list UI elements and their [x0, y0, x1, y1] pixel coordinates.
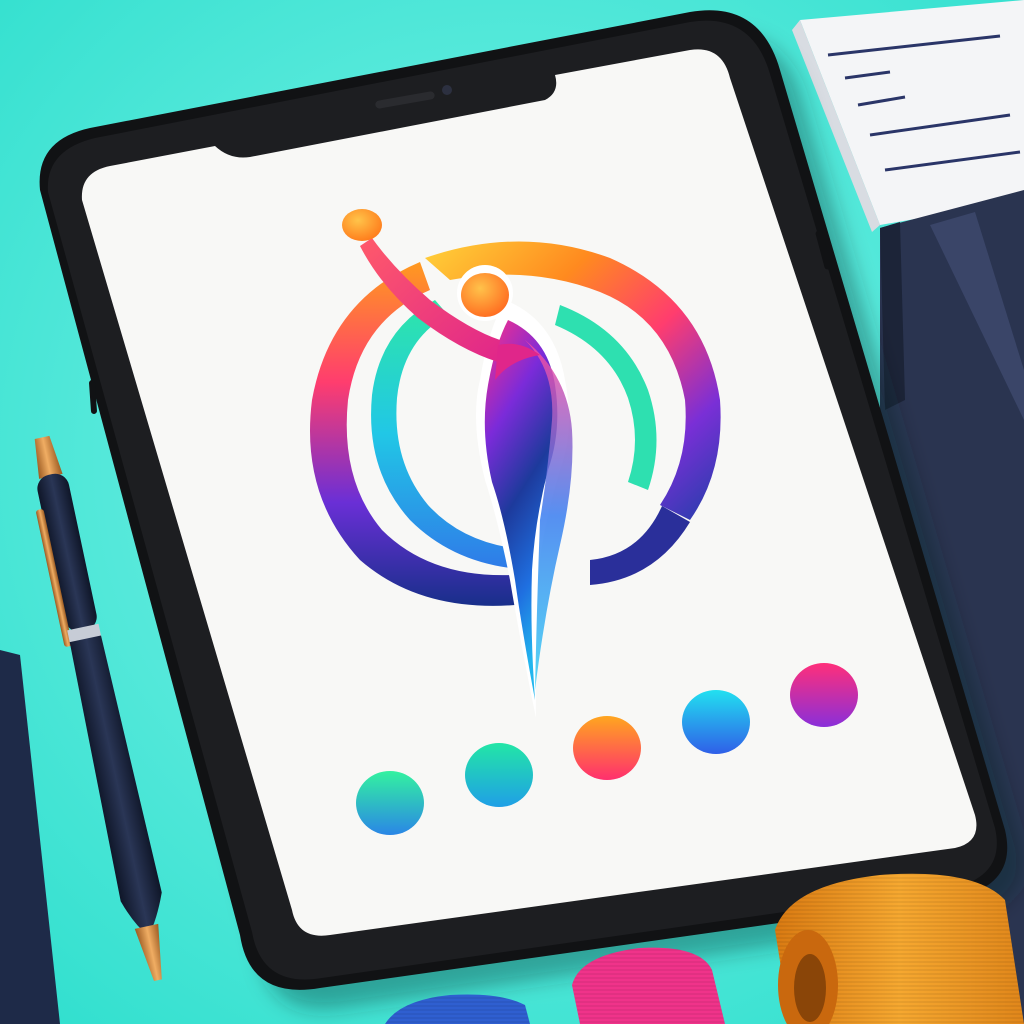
swatch-orange-magenta [573, 716, 641, 780]
swatch-teal-green [465, 743, 533, 807]
swatch-pink-purple [790, 663, 858, 727]
orange-roll [775, 873, 1024, 1024]
scene-illustration [0, 0, 1024, 1024]
swatch-cyan-blue [682, 690, 750, 754]
figure-head [461, 273, 509, 317]
product-mockup-scene [0, 0, 1024, 1024]
camera-dot [442, 85, 452, 95]
hand-ball [342, 209, 382, 241]
swatch-green-cyan [356, 771, 424, 835]
